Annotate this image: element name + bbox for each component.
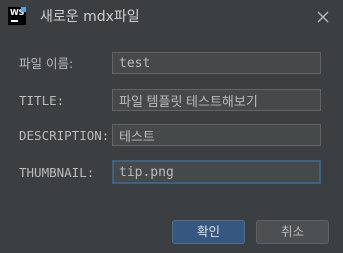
thumbnail-label: THUMBNAIL: xyxy=(19,165,95,180)
title-label: TITLE: xyxy=(19,93,65,108)
new-mdx-file-dialog: WS 새로운 mdx파일 파일 이름: TITLE: DESCRIPTION: … xyxy=(0,0,343,253)
ok-button[interactable]: 확인 xyxy=(172,220,245,244)
webstorm-app-icon: WS xyxy=(8,7,26,25)
description-label: DESCRIPTION: xyxy=(19,128,110,143)
file-name-input[interactable] xyxy=(112,52,321,74)
title-input[interactable] xyxy=(112,89,321,111)
description-input[interactable] xyxy=(112,124,321,146)
cancel-button[interactable]: 취소 xyxy=(256,220,329,244)
thumbnail-input[interactable] xyxy=(112,160,321,184)
close-icon[interactable] xyxy=(315,9,331,25)
file-name-label: 파일 이름: xyxy=(19,56,74,71)
title-bar: WS 새로운 mdx파일 xyxy=(0,0,343,34)
dialog-title: 새로운 mdx파일 xyxy=(40,9,140,25)
